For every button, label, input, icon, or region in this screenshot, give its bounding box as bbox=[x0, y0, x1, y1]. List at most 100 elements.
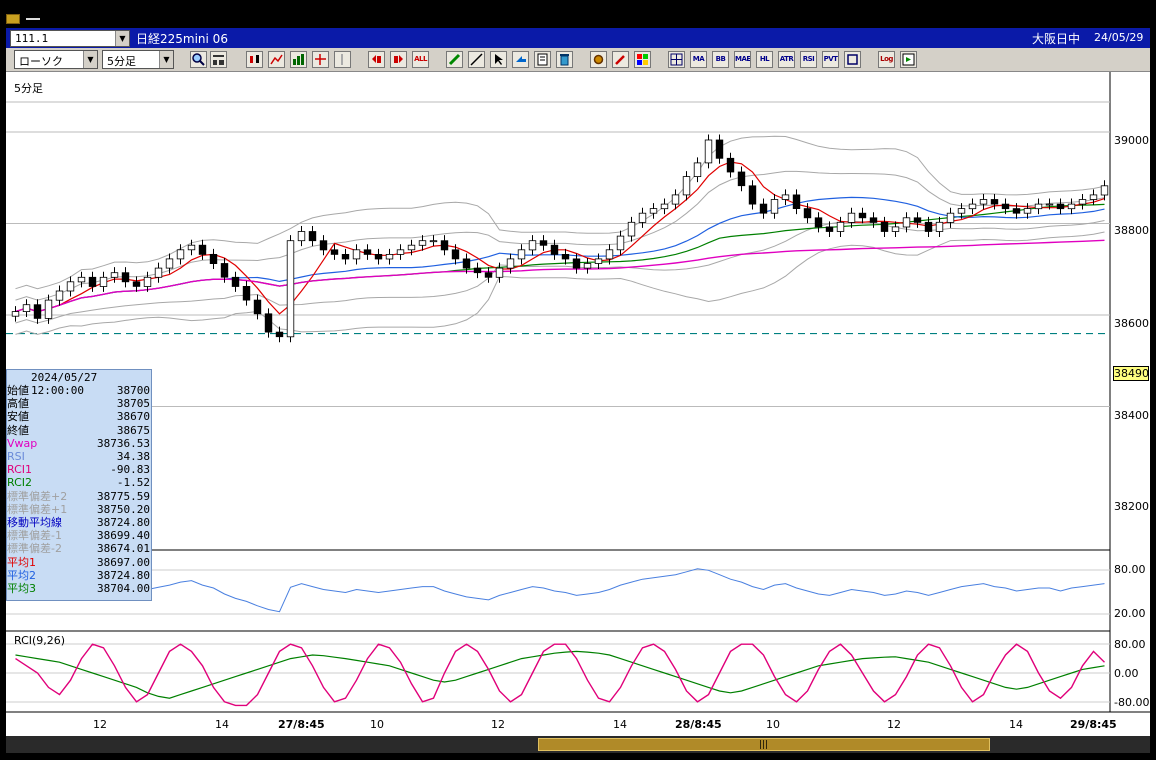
square-icon[interactable] bbox=[844, 51, 861, 68]
product-name: 日経225mini 06 bbox=[136, 32, 228, 46]
candle-body bbox=[572, 258, 581, 269]
wrench-icon[interactable] bbox=[612, 51, 629, 68]
info-value: 38724.80 bbox=[97, 568, 150, 582]
info-value: 38670 bbox=[116, 410, 150, 424]
trash-icon[interactable] bbox=[556, 51, 573, 68]
candle-body bbox=[1023, 208, 1032, 214]
chevron-down-icon[interactable]: ▼ bbox=[115, 31, 129, 46]
export-icon[interactable] bbox=[900, 51, 917, 68]
info-label: 平均2 bbox=[7, 568, 36, 582]
candle-body bbox=[198, 244, 207, 255]
disabled-tool-icon[interactable] bbox=[334, 51, 351, 68]
period-select[interactable]: 5分足 ▼ bbox=[102, 50, 174, 69]
cross-icon[interactable] bbox=[312, 51, 329, 68]
candle-body bbox=[187, 244, 196, 251]
candle-body bbox=[352, 249, 361, 260]
document-icon[interactable] bbox=[534, 51, 551, 68]
info-row: 始値 38700 bbox=[7, 384, 153, 397]
line-tool-icon[interactable] bbox=[468, 51, 485, 68]
time-tick: 14 bbox=[613, 718, 627, 731]
candle-icon[interactable] bbox=[246, 51, 263, 68]
candle-body bbox=[22, 304, 31, 312]
chart-panel[interactable]: 5分足 RCI(9,26) 39000 38800 38600 38400 38… bbox=[6, 72, 1150, 736]
rci-tick: 0.00 bbox=[1114, 667, 1139, 680]
symbol-code-select[interactable]: 111.1 ▼ bbox=[10, 30, 130, 47]
candle-body bbox=[297, 231, 306, 242]
info-label: 標準偏差-1 bbox=[7, 529, 62, 543]
atr-button[interactable]: ATR bbox=[778, 51, 795, 68]
arrow-icon[interactable] bbox=[512, 51, 529, 68]
candle-body bbox=[880, 221, 889, 232]
candle-body bbox=[506, 258, 515, 269]
chevron-down-icon[interactable]: ▼ bbox=[159, 51, 173, 68]
info-row: 標準偏差-2 38674.01 bbox=[7, 542, 153, 555]
candle-body bbox=[165, 258, 174, 269]
pvt-button[interactable]: PVT bbox=[822, 51, 839, 68]
candle-body bbox=[1078, 199, 1087, 205]
candle-body bbox=[891, 226, 900, 232]
scroll-thumb[interactable]: ||| bbox=[538, 738, 990, 751]
candle-body bbox=[451, 249, 460, 260]
candle-body bbox=[55, 290, 64, 301]
candle-body bbox=[693, 162, 702, 178]
rci-long-line bbox=[15, 650, 1105, 699]
candle-body bbox=[286, 240, 295, 338]
rci-tick: -80.00 bbox=[1114, 696, 1150, 709]
hl-button[interactable]: HL bbox=[756, 51, 773, 68]
chart-canvas[interactable] bbox=[6, 72, 1150, 736]
info-row: RSI 34.38 bbox=[7, 450, 153, 463]
mae-button[interactable]: MAE bbox=[734, 51, 751, 68]
layout-icon[interactable] bbox=[210, 51, 227, 68]
trend-icon[interactable] bbox=[268, 51, 285, 68]
candle-body bbox=[715, 139, 724, 159]
rsi-button[interactable]: RSI bbox=[800, 51, 817, 68]
app-icon[interactable] bbox=[6, 14, 20, 24]
candle-body bbox=[484, 272, 493, 278]
candle-body bbox=[330, 249, 339, 255]
info-value: 38724.80 bbox=[97, 516, 150, 529]
candle-body bbox=[462, 258, 471, 269]
time-tick: 14 bbox=[1009, 718, 1023, 731]
ma-button[interactable]: MA bbox=[690, 51, 707, 68]
rci-label: RCI(9,26) bbox=[14, 634, 66, 647]
scroll-left-icon[interactable] bbox=[368, 51, 385, 68]
candle-body bbox=[1056, 203, 1065, 210]
period-label: 5分足 bbox=[14, 82, 43, 95]
candle-body bbox=[539, 240, 548, 246]
candle-body bbox=[770, 199, 779, 214]
chevron-down-icon[interactable]: ▼ bbox=[83, 51, 97, 68]
candle-body bbox=[979, 199, 988, 205]
time-tick: 29/8:45 bbox=[1070, 718, 1117, 731]
candle-body bbox=[176, 249, 185, 260]
candle-body bbox=[946, 212, 955, 223]
pen-icon[interactable] bbox=[446, 51, 463, 68]
info-label: 平均3 bbox=[7, 582, 36, 595]
info-value: 38775.59 bbox=[97, 489, 150, 503]
color-palette-icon[interactable] bbox=[634, 51, 651, 68]
candle-body bbox=[836, 221, 845, 232]
rsi-line bbox=[15, 568, 1105, 613]
candle-body bbox=[913, 217, 922, 223]
horizontal-scrollbar[interactable]: ||| bbox=[6, 736, 1150, 753]
show-all-button[interactable]: ALL bbox=[412, 51, 429, 68]
time-tick: 12 bbox=[491, 718, 505, 731]
time-tick: 14 bbox=[215, 718, 229, 731]
chart-type-select[interactable]: ローソク ▼ bbox=[14, 50, 98, 69]
cursor-icon[interactable] bbox=[490, 51, 507, 68]
bar-chart-icon[interactable] bbox=[290, 51, 307, 68]
candle-body bbox=[88, 276, 97, 287]
candle-body bbox=[660, 203, 669, 210]
data-window: 2024/05/27 12:00:00 始値 38700 高値 38705 安値 3867… bbox=[6, 369, 152, 601]
zoom-icon[interactable] bbox=[190, 51, 207, 68]
candle-body bbox=[682, 176, 691, 196]
grid-icon[interactable] bbox=[668, 51, 685, 68]
log-scale-button[interactable]: Log bbox=[878, 51, 895, 68]
candle-body bbox=[407, 244, 416, 251]
band-lower-1 bbox=[15, 220, 1105, 324]
candle-body bbox=[1045, 203, 1054, 206]
settings-icon[interactable] bbox=[590, 51, 607, 68]
candle-body bbox=[616, 235, 625, 251]
time-tick: 27/8:45 bbox=[278, 718, 325, 731]
scroll-right-icon[interactable] bbox=[390, 51, 407, 68]
bb-button[interactable]: BB bbox=[712, 51, 729, 68]
